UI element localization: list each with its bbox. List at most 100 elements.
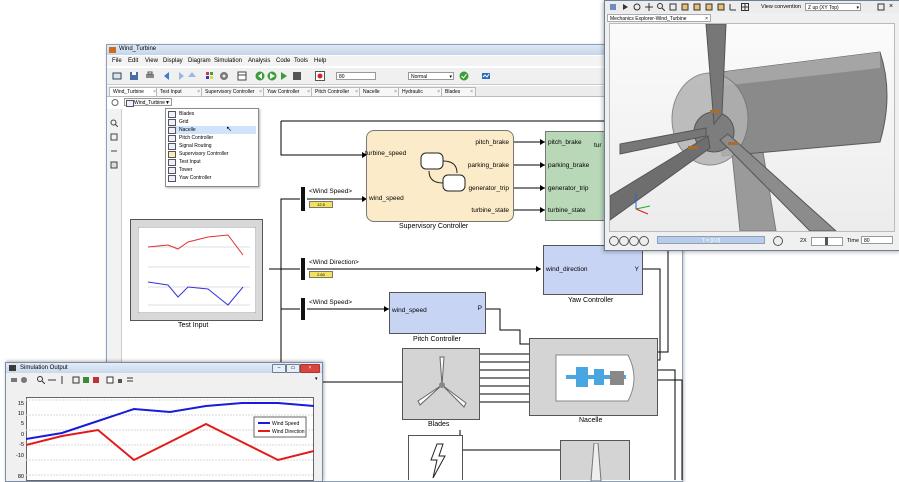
step-forward-icon[interactable]: [639, 236, 649, 246]
blades-block[interactable]: [402, 348, 480, 420]
close-icon[interactable]: ×: [705, 15, 708, 23]
port-parking-brake-in: parking_brake: [548, 162, 590, 169]
settings-gear-icon[interactable]: [20, 376, 28, 384]
y-axis-ticks: 15 10 5 0 -5 -10 80: [8, 387, 26, 481]
view-front-icon[interactable]: [681, 3, 689, 11]
port-turbine-speed: turbine_speed: [365, 150, 407, 157]
mechanics-toolbar: View convention Z up (XY Top) ▾ ×: [605, 1, 899, 13]
rotate-icon[interactable]: [633, 3, 641, 11]
view-side-icon[interactable]: [705, 3, 713, 11]
tab-mechanics-explorer[interactable]: Mechanics Explorer-Wind_Turbine ×: [607, 14, 711, 22]
time-readout: T = [0.0]: [701, 238, 721, 244]
y-tick-0: 0: [20, 432, 24, 438]
play-icon[interactable]: [621, 3, 629, 11]
sim-window-title: Simulation Output: [20, 365, 68, 371]
nacelle-block[interactable]: [529, 338, 658, 416]
speed-label: 2X: [800, 238, 807, 244]
port-generator-trip-in: generator_trip: [548, 185, 589, 192]
view-convention-select[interactable]: Z up (XY Top) ▾: [805, 3, 861, 11]
toolbar-menu-arrow-icon[interactable]: ▾: [315, 376, 318, 382]
minimize-button[interactable]: –: [272, 364, 286, 373]
y-tick-15: 15: [17, 401, 24, 407]
display-wind-direction: 2.60: [309, 271, 333, 278]
port-generator-trip: generator_trip: [468, 185, 509, 192]
yaw-controller-block[interactable]: wind_direction Y: [543, 245, 643, 295]
zoom-y-icon[interactable]: [58, 376, 66, 384]
dropdown-item-signal-routing[interactable]: Signal Routing: [168, 142, 256, 150]
port-yaw-out: Y: [634, 266, 639, 273]
dropdown-item-tower[interactable]: Tower: [168, 166, 256, 174]
sim-title-bar: Simulation Output – ▭ ×: [6, 363, 322, 373]
grid-block[interactable]: [408, 435, 463, 480]
legend-box: Wind Speed Wind Direction: [253, 416, 307, 438]
display-wind-speed: 12.5: [309, 201, 333, 208]
port-wind-direction: wind_direction: [546, 266, 588, 273]
frames-icon[interactable]: [729, 3, 737, 11]
pan-icon[interactable]: [645, 3, 653, 11]
test-input-label: Test Input: [178, 322, 209, 329]
dock-icon[interactable]: [609, 3, 617, 11]
close-button[interactable]: ×: [300, 364, 320, 373]
autoscale-icon[interactable]: [72, 376, 80, 384]
dropdown-item-blades[interactable]: Blades: [168, 110, 256, 118]
speed-slider[interactable]: [811, 237, 843, 246]
port-wind-speed: wind_speed: [369, 195, 404, 202]
view-iso-icon[interactable]: [717, 3, 725, 11]
y-tick-neg5: -5: [19, 442, 24, 448]
restore-axes-icon[interactable]: [92, 376, 100, 384]
lock-icon[interactable]: [116, 376, 124, 384]
y-tick-10: 10: [17, 411, 24, 417]
test-input-block[interactable]: [130, 219, 263, 321]
y-tick-5: 5: [20, 421, 24, 427]
simulation-plot[interactable]: Wind Speed Wind Direction: [26, 397, 314, 481]
time-field[interactable]: 80: [861, 236, 893, 244]
dropdown-item-grid[interactable]: Grid: [168, 118, 256, 126]
step-back-icon[interactable]: [619, 236, 629, 246]
zoom-icon[interactable]: [37, 376, 46, 385]
zoom-icon[interactable]: [657, 3, 666, 12]
model-hierarchy-dropdown: Blades Grid Nacelle ↖ Pitch Controller Si…: [165, 108, 259, 187]
mechanics-explorer-window: View convention Z up (XY Top) ▾ × Mechan…: [604, 0, 899, 251]
play-icon[interactable]: [629, 236, 639, 246]
bus-label-wind-speed: <Wind Speed>: [309, 188, 353, 195]
3d-viewport[interactable]: [609, 23, 895, 232]
time-label: Time: [847, 238, 860, 244]
blades-label: Blades: [428, 421, 450, 428]
port-turbine-state: turbine_state: [471, 207, 509, 214]
save-axes-icon[interactable]: [82, 376, 90, 384]
record-icon[interactable]: [773, 236, 783, 246]
sim-toolbar: ▾: [6, 375, 322, 385]
rewind-icon[interactable]: [609, 236, 619, 246]
supervisory-controller-block[interactable]: turbine_speed wind_speed pitch_brake par…: [365, 130, 514, 222]
view-top-icon[interactable]: [693, 3, 701, 11]
port-pitch-brake: pitch_brake: [475, 139, 509, 146]
scope-app-icon: [9, 365, 16, 371]
dropdown-item-yaw-controller[interactable]: Yaw Controller: [168, 174, 256, 182]
mouse-cursor-icon: ↖: [226, 126, 232, 133]
tower-block[interactable]: [560, 440, 630, 481]
pitch-controller-block[interactable]: wind_speed P: [389, 292, 486, 334]
lightning-icon: [430, 443, 446, 479]
print-icon[interactable]: [10, 376, 18, 384]
nacelle-icon: [555, 354, 635, 402]
time-slider[interactable]: T = [0.0]: [657, 236, 765, 244]
nacelle-label: Nacelle: [579, 417, 603, 424]
supervisory-controller-label: Supervisory Controller: [399, 223, 469, 230]
view-convention-value: Z up (XY Top): [808, 5, 839, 11]
grid-view-icon[interactable]: [741, 3, 749, 11]
maximize-button[interactable]: ▭: [286, 364, 300, 373]
dropdown-item-pitch-controller[interactable]: Pitch Controller: [168, 134, 256, 142]
dropdown-item-supervisory-controller[interactable]: Supervisory Controller: [168, 150, 256, 158]
zoom-x-icon[interactable]: [48, 376, 56, 384]
dropdown-item-test-input[interactable]: Test Input: [168, 158, 256, 166]
restore-icon[interactable]: [877, 3, 885, 11]
fit-icon[interactable]: [669, 3, 677, 11]
params-icon[interactable]: [106, 376, 114, 384]
playback-bar: T = [0.0] 2X Time 80: [605, 233, 899, 247]
slider-thumb[interactable]: [825, 237, 828, 245]
blades-icon: [417, 356, 467, 408]
legend-icon[interactable]: [126, 376, 134, 384]
close-icon[interactable]: ×: [889, 3, 897, 11]
dropdown-item-nacelle[interactable]: Nacelle ↖: [168, 126, 256, 134]
bus-label-wind-speed-2: <Wind Speed>: [309, 299, 353, 306]
